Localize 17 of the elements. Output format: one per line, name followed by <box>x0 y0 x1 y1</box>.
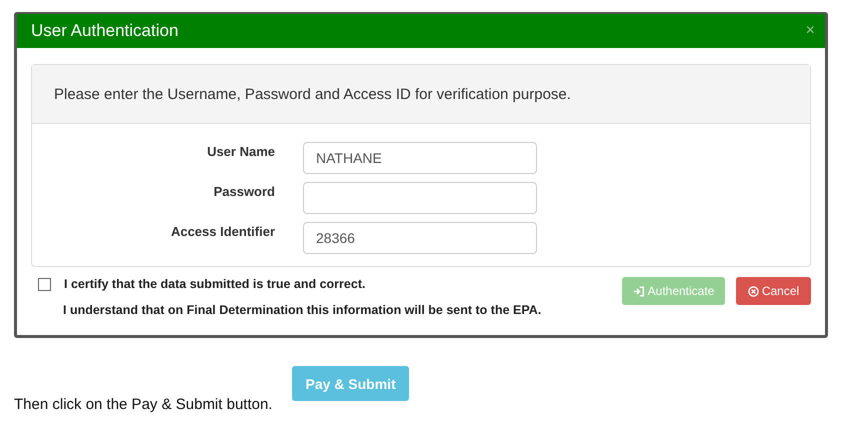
checkbox[interactable] <box>38 278 51 290</box>
checkbox-label: I certify that the data submitted is true and correct. <box>64 277 366 291</box>
input-field[interactable]: NATHANE <box>303 142 537 174</box>
instruction-text: Then click on the Pay & Submit button. <box>14 396 272 415</box>
input-field[interactable]: 28366 <box>303 222 537 254</box>
input-field[interactable] <box>303 182 537 214</box>
field-label: User Name <box>206 143 275 159</box>
sign-in-icon <box>632 286 645 296</box>
field-label: Password <box>212 183 275 199</box>
note-text: I understand that on Final Determination this information will be sent to the EPA. <box>62 303 542 317</box>
instruction-text: Please enter the Username, Password and Access ID for verification purpose. <box>54 86 571 102</box>
field-label: Access Identifier <box>170 223 275 239</box>
cancel-icon <box>748 286 759 296</box>
dialog-title: User Authentication <box>31 21 178 41</box>
cancel-button[interactable]: Cancel <box>736 277 811 305</box>
close-button[interactable]: × <box>806 22 815 40</box>
pay-submit-button[interactable]: Pay & Submit <box>292 366 409 401</box>
